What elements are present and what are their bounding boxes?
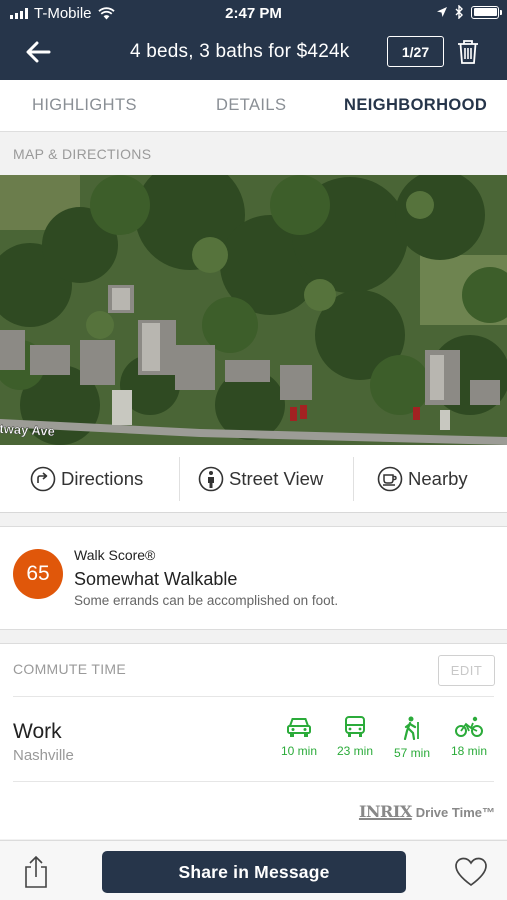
arrow-left-icon [26, 41, 51, 63]
directions-icon [30, 466, 56, 492]
bluetooth-icon [455, 5, 463, 19]
favorite-button[interactable] [454, 857, 488, 887]
inrix-logo: INRIX [358, 802, 412, 821]
commute-card: COMMUTE TIME EDIT Work Nashville 10 min … [0, 643, 507, 839]
nearby-button[interactable]: Nearby [377, 445, 468, 513]
listing-title: 4 beds, 3 baths for $424k [130, 41, 350, 62]
status-bar: T-Mobile 2:47 PM [0, 0, 507, 30]
drive-time-label: Drive Time™ [415, 805, 495, 820]
share-in-message-button[interactable]: Share in Message [102, 851, 406, 893]
back-button[interactable] [22, 36, 54, 68]
tab-neighborhood[interactable]: NEIGHBORHOOD [344, 80, 487, 132]
walk-score-badge: 65 [13, 549, 63, 599]
trash-icon [458, 40, 478, 64]
bicycle-icon [455, 716, 483, 737]
commute-destination[interactable]: Work [13, 720, 62, 744]
top-nav-bar: T-Mobile 2:47 PM 4 beds, 3 baths for $42… [0, 0, 507, 80]
inrix-attribution: INRIX Drive Time™ [359, 802, 495, 821]
commute-time-bus: 23 min [336, 744, 374, 758]
tab-bar: HIGHLIGHTS DETAILS NEIGHBORHOOD [0, 80, 507, 132]
walking-icon [403, 716, 419, 740]
walk-score-description: Some errands can be accomplished on foot… [74, 593, 339, 608]
divider [13, 781, 494, 782]
bus-icon [345, 716, 365, 737]
map-image: etway Ave [0, 175, 507, 445]
street-view-label: Street View [229, 468, 324, 489]
map-section-label: MAP & DIRECTIONS [13, 146, 152, 162]
street-view-icon [198, 466, 224, 492]
directions-button[interactable]: Directions [30, 445, 143, 513]
tab-details[interactable]: DETAILS [216, 80, 286, 132]
commute-mode-bike[interactable]: 18 min [444, 716, 494, 758]
commute-time-car: 10 min [280, 744, 318, 758]
commute-edit-button[interactable]: EDIT [438, 655, 495, 686]
map-street-label: etway Ave [0, 421, 55, 439]
photo-pager-button[interactable]: 1/27 [387, 36, 444, 67]
commute-city: Nashville [13, 747, 74, 764]
tab-highlights[interactable]: HIGHLIGHTS [32, 80, 137, 132]
heart-icon [455, 857, 487, 887]
battery-icon [471, 5, 502, 19]
nearby-label: Nearby [408, 468, 468, 489]
car-icon [287, 718, 311, 737]
commute-mode-bus[interactable]: 23 min [330, 716, 380, 758]
divider [353, 457, 354, 501]
map-actions-bar: Directions Street View Nearby [0, 445, 507, 513]
walk-score-heading: Somewhat Walkable [74, 569, 238, 589]
location-arrow-icon [437, 7, 447, 17]
commute-mode-car[interactable]: 10 min [274, 716, 324, 758]
nearby-coffee-icon [377, 466, 403, 492]
divider [13, 696, 494, 697]
share-button[interactable] [22, 855, 50, 889]
commute-time-bike: 18 min [450, 744, 488, 758]
directions-label: Directions [61, 468, 144, 489]
commute-time-walk: 57 min [393, 746, 431, 760]
commute-section-label: COMMUTE TIME [13, 661, 127, 677]
commute-mode-walk[interactable]: 57 min [387, 716, 437, 760]
street-view-button[interactable]: Street View [198, 445, 323, 513]
delete-button[interactable] [455, 37, 481, 67]
status-time: 2:47 PM [225, 5, 282, 22]
walk-score-card[interactable]: 65 Walk Score® Somewhat Walkable Some er… [0, 526, 507, 630]
walk-score-label: Walk Score® [74, 547, 156, 563]
divider [179, 457, 180, 501]
bottom-action-bar: Share in Message [0, 840, 507, 900]
aerial-map[interactable]: etway Ave [0, 175, 507, 445]
share-icon [25, 855, 47, 888]
